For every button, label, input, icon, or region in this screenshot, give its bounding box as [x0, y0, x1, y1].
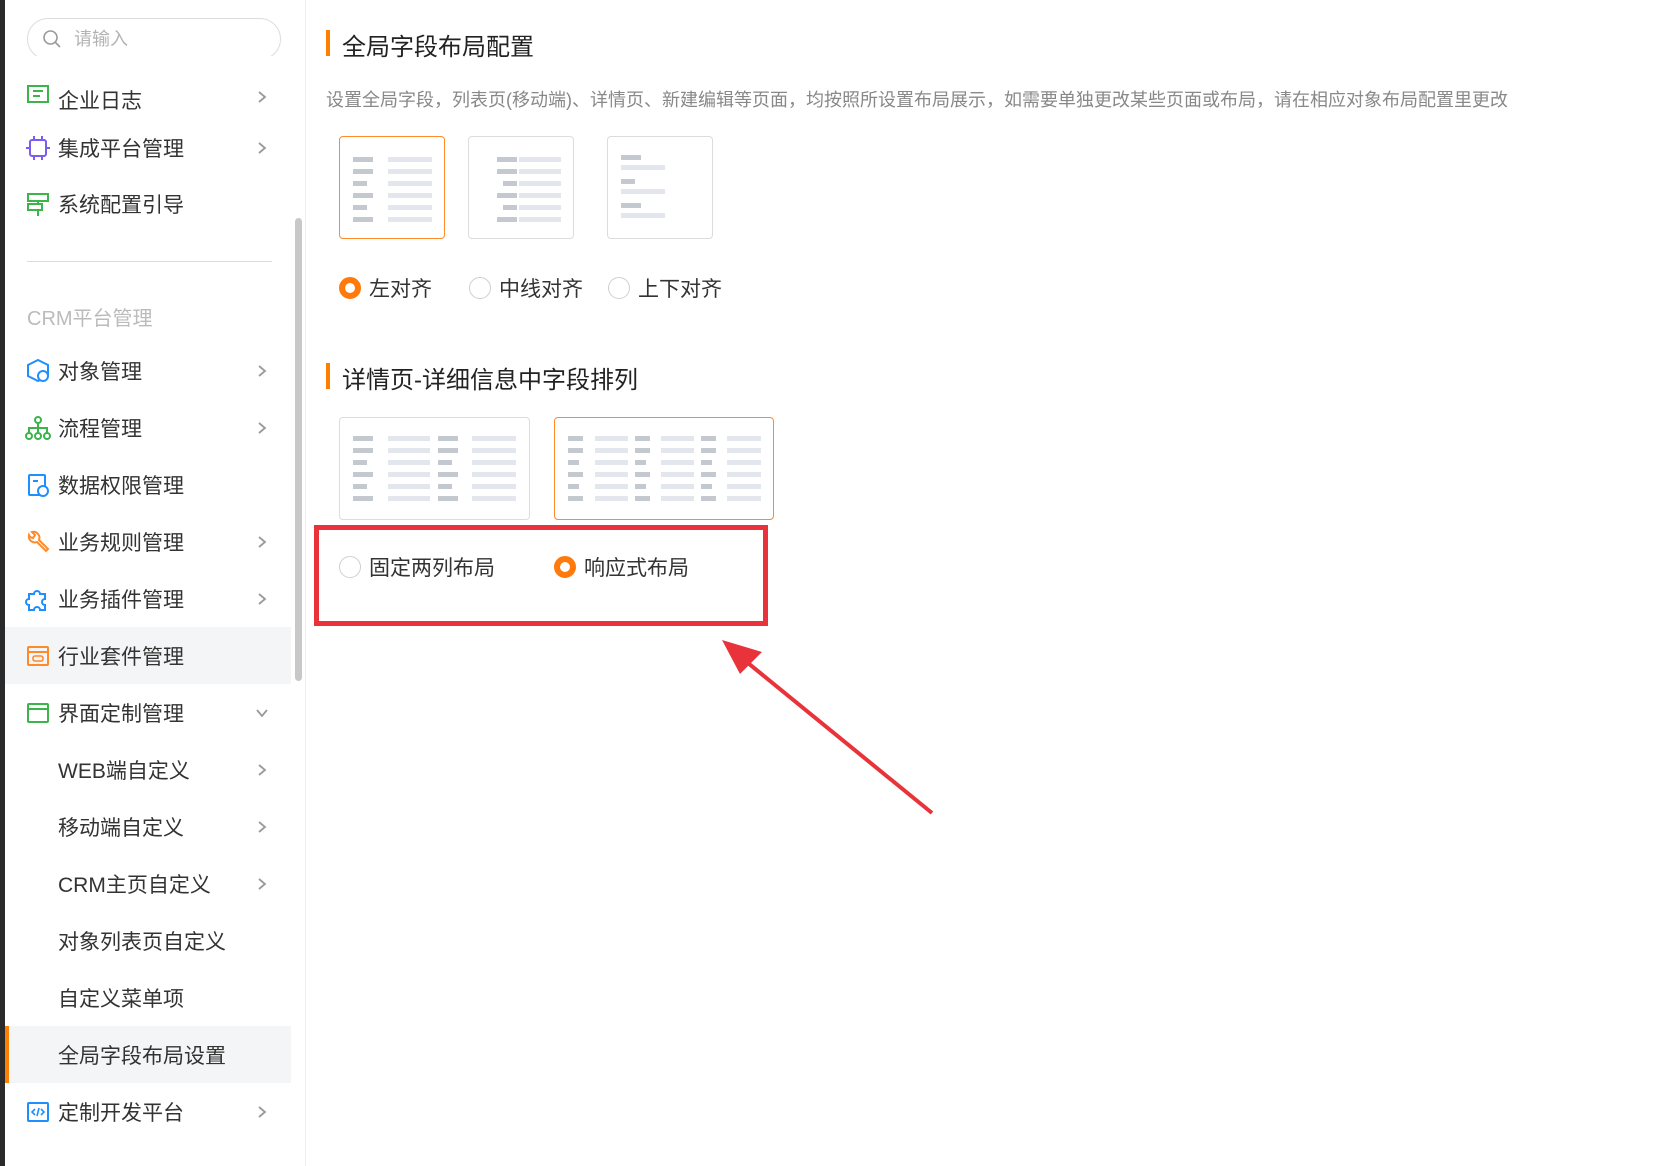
chevron-right-icon [258, 141, 267, 154]
sidebar-item-industry-suite[interactable]: 行业套件管理 [5, 627, 291, 684]
sidebar-item-label: 对象列表页自定义 [58, 930, 226, 954]
chevron-right-icon [258, 535, 267, 548]
section-title-detail-field-arrangement: 详情页-详细信息中字段排列 [326, 360, 638, 395]
sidebar-item-label: 系统配置引导 [58, 193, 184, 217]
section-description: 设置全局字段，列表页(移动端)、详情页、新建编辑等页面，均按照所设置布局展示，如… [326, 90, 1508, 110]
chevron-right-icon [258, 364, 267, 377]
sidebar-item-data-permission[interactable]: 数据权限管理 [5, 456, 291, 513]
section-title-global-field-layout: 全局字段布局配置 [326, 27, 534, 62]
sidebar-item-flow-management[interactable]: 流程管理 [5, 399, 291, 456]
radio-label: 上下对齐 [638, 278, 722, 301]
sidebar-item-label: WEB端自定义 [58, 759, 190, 783]
responsive-preview-icon [568, 436, 761, 501]
data-permission-icon [28, 473, 49, 497]
sidebar-item-custom-dev-platform[interactable]: 定制开发平台 [5, 1083, 291, 1140]
sidebar-subitem-web-custom[interactable]: WEB端自定义 [5, 741, 291, 798]
sidebar-subitem-crm-home-custom[interactable]: CRM主页自定义 [5, 855, 291, 912]
sidebar: 企业日志 集成平台管理 系统配置引导 CRM平台管理 对象管理 流程管理 数据权… [5, 0, 306, 1166]
radio-center-align[interactable]: 中线对齐 [469, 273, 583, 303]
sidebar-item-ui-customization[interactable]: 界面定制管理 [5, 684, 291, 741]
signpost-icon [27, 192, 49, 216]
chip-icon [26, 135, 50, 160]
center-align-preview-icon [497, 157, 561, 222]
puzzle-icon [25, 589, 46, 611]
radio-label: 左对齐 [369, 278, 432, 301]
sidebar-item-business-rules[interactable]: 业务规则管理 [5, 513, 291, 570]
layout-card-responsive[interactable] [554, 417, 774, 520]
sidebar-item-label: 流程管理 [58, 417, 142, 441]
flow-icon [25, 415, 51, 440]
radio-indicator[interactable] [339, 277, 361, 299]
sidebar-item-business-plugins[interactable]: 业务插件管理 [5, 570, 291, 627]
radio-indicator[interactable] [469, 277, 491, 299]
sidebar-item-integration-platform[interactable]: 集成平台管理 [5, 119, 291, 176]
sidebar-item-label: 企业日志 [58, 90, 142, 113]
sidebar-item-system-config-guide[interactable]: 系统配置引导 [5, 175, 291, 232]
suite-icon [27, 645, 49, 666]
sidebar-item-label: CRM主页自定义 [58, 873, 211, 897]
annotation-arrow-icon [722, 640, 934, 815]
sidebar-item-label: 数据权限管理 [58, 474, 184, 498]
object-icon [27, 358, 49, 382]
sidebar-item-label: 定制开发平台 [58, 1101, 184, 1125]
sidebar-item-label: 业务插件管理 [58, 588, 184, 612]
radio-left-align[interactable]: 左对齐 [339, 273, 432, 303]
chevron-right-icon [258, 820, 267, 833]
chevron-down-icon [256, 708, 268, 717]
chevron-right-icon [258, 877, 267, 890]
sidebar-item-label: 移动端自定义 [58, 816, 184, 840]
chevron-right-icon [258, 1105, 267, 1118]
search-icon [43, 30, 61, 48]
sidebar-subitem-custom-menu[interactable]: 自定义菜单项 [5, 969, 291, 1026]
chevron-right-icon [258, 91, 267, 103]
left-align-preview-icon [353, 157, 432, 222]
sidebar-divider [27, 261, 272, 262]
search-box[interactable] [27, 18, 281, 60]
sidebar-item-label: 行业套件管理 [58, 645, 184, 669]
window-icon [27, 702, 49, 723]
wrench-icon [27, 530, 50, 552]
sidebar-item-label: 集成平台管理 [58, 137, 184, 161]
sidebar-scrollbar[interactable] [295, 218, 302, 681]
code-icon [27, 1101, 49, 1122]
chevron-right-icon [258, 421, 267, 434]
top-bottom-align-preview-icon [621, 155, 665, 218]
layout-card-left-align[interactable] [339, 136, 445, 239]
sidebar-item-object-management[interactable]: 对象管理 [5, 342, 291, 399]
sidebar-item-label: 全局字段布局设置 [58, 1044, 226, 1068]
annotation-highlight-box [314, 525, 768, 626]
sidebar-item-label: 对象管理 [58, 360, 142, 384]
radio-label: 中线对齐 [499, 278, 583, 301]
sidebar-item-label: 业务规则管理 [58, 531, 184, 555]
two-column-preview-icon [353, 436, 516, 501]
layout-card-center-align[interactable] [468, 136, 574, 239]
radio-top-bottom-align[interactable]: 上下对齐 [608, 273, 722, 303]
search-input[interactable] [72, 27, 266, 51]
sidebar-subitem-object-list-custom[interactable]: 对象列表页自定义 [5, 912, 291, 969]
chevron-right-icon [258, 592, 267, 605]
layout-card-fixed-two-column[interactable] [339, 417, 530, 520]
chevron-right-icon [258, 763, 267, 776]
sidebar-subitem-global-field-layout[interactable]: 全局字段布局设置 [5, 1026, 291, 1083]
sidebar-subitem-mobile-custom[interactable]: 移动端自定义 [5, 798, 291, 855]
sidebar-item-label: 自定义菜单项 [58, 987, 184, 1011]
sidebar-item-label: 界面定制管理 [58, 702, 184, 726]
radio-indicator[interactable] [608, 277, 630, 299]
sidebar-section-label: CRM平台管理 [27, 308, 153, 330]
log-icon [27, 85, 49, 104]
layout-card-top-bottom-align[interactable] [607, 136, 713, 239]
